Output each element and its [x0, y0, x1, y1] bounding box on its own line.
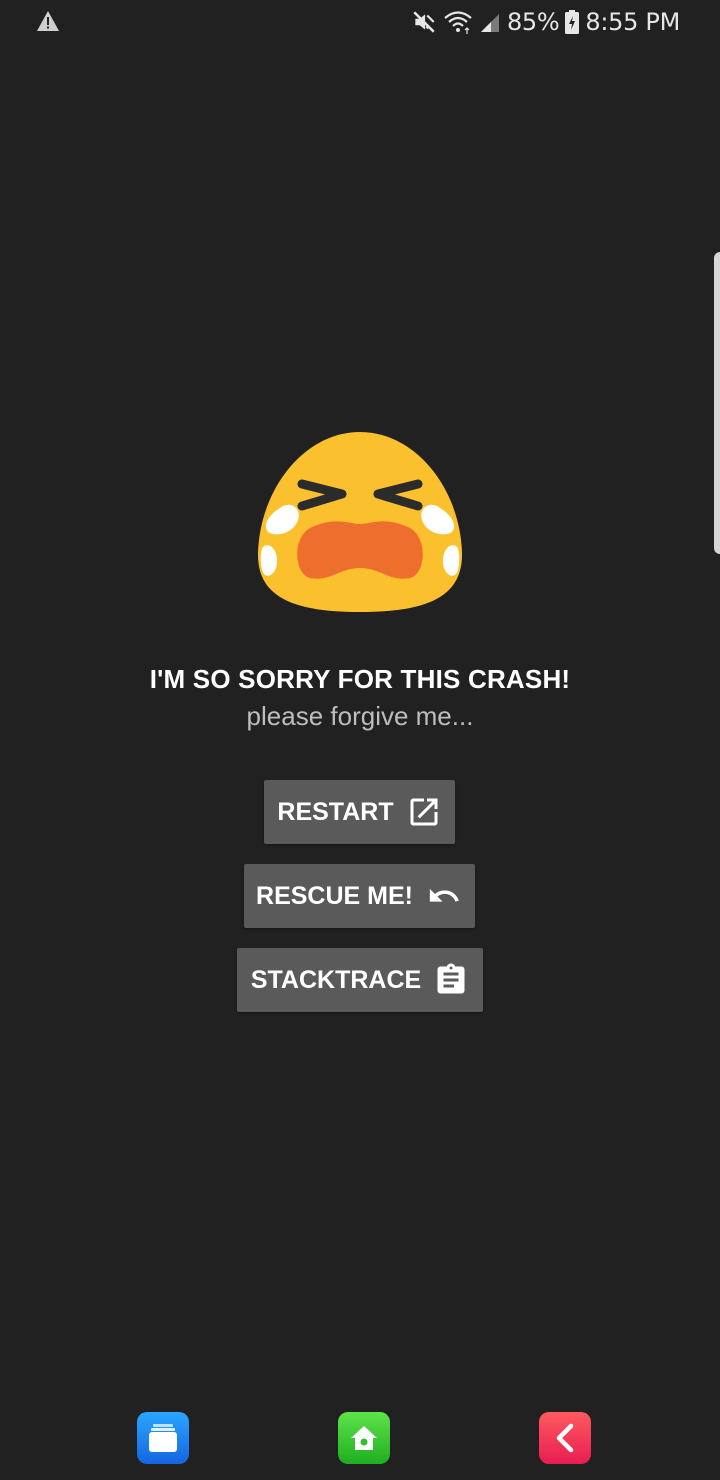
open-in-new-icon [410, 798, 438, 826]
rescue-button[interactable]: RESCUE ME! [244, 864, 475, 928]
warning-icon [37, 11, 59, 31]
home-icon [351, 1426, 377, 1450]
crash-subtitle: please forgive me... [246, 701, 474, 731]
crying-face-icon [257, 432, 463, 612]
undo-icon [429, 888, 459, 902]
restart-label: RESTART [277, 797, 394, 826]
stacktrace-label: STACKTRACE [250, 965, 422, 994]
back-icon [556, 1423, 574, 1453]
status-icons: 85% 8:55 PM [411, 6, 680, 38]
crash-title: I'M SO SORRY FOR THIS CRASH! [149, 664, 571, 694]
mute-icon [413, 11, 435, 33]
clock: 8:55 PM [585, 8, 680, 36]
battery-charging-icon [565, 10, 580, 34]
wifi-icon [444, 11, 472, 34]
stacktrace-button[interactable]: STACKTRACE [237, 948, 483, 1012]
back-app-button[interactable] [539, 1412, 591, 1464]
restart-button[interactable]: RESTART [264, 780, 455, 844]
files-icon [149, 1424, 177, 1452]
clipboard-icon [437, 963, 465, 994]
battery-percent: 85% [506, 8, 560, 36]
home-app-button[interactable] [338, 1412, 390, 1464]
signal-icon [480, 14, 499, 32]
files-app-button[interactable] [137, 1412, 189, 1464]
status-bar: 85% 8:55 PM [0, 0, 720, 44]
edge-panel-handle[interactable] [714, 252, 720, 554]
rescue-label: RESCUE ME! [256, 881, 413, 910]
